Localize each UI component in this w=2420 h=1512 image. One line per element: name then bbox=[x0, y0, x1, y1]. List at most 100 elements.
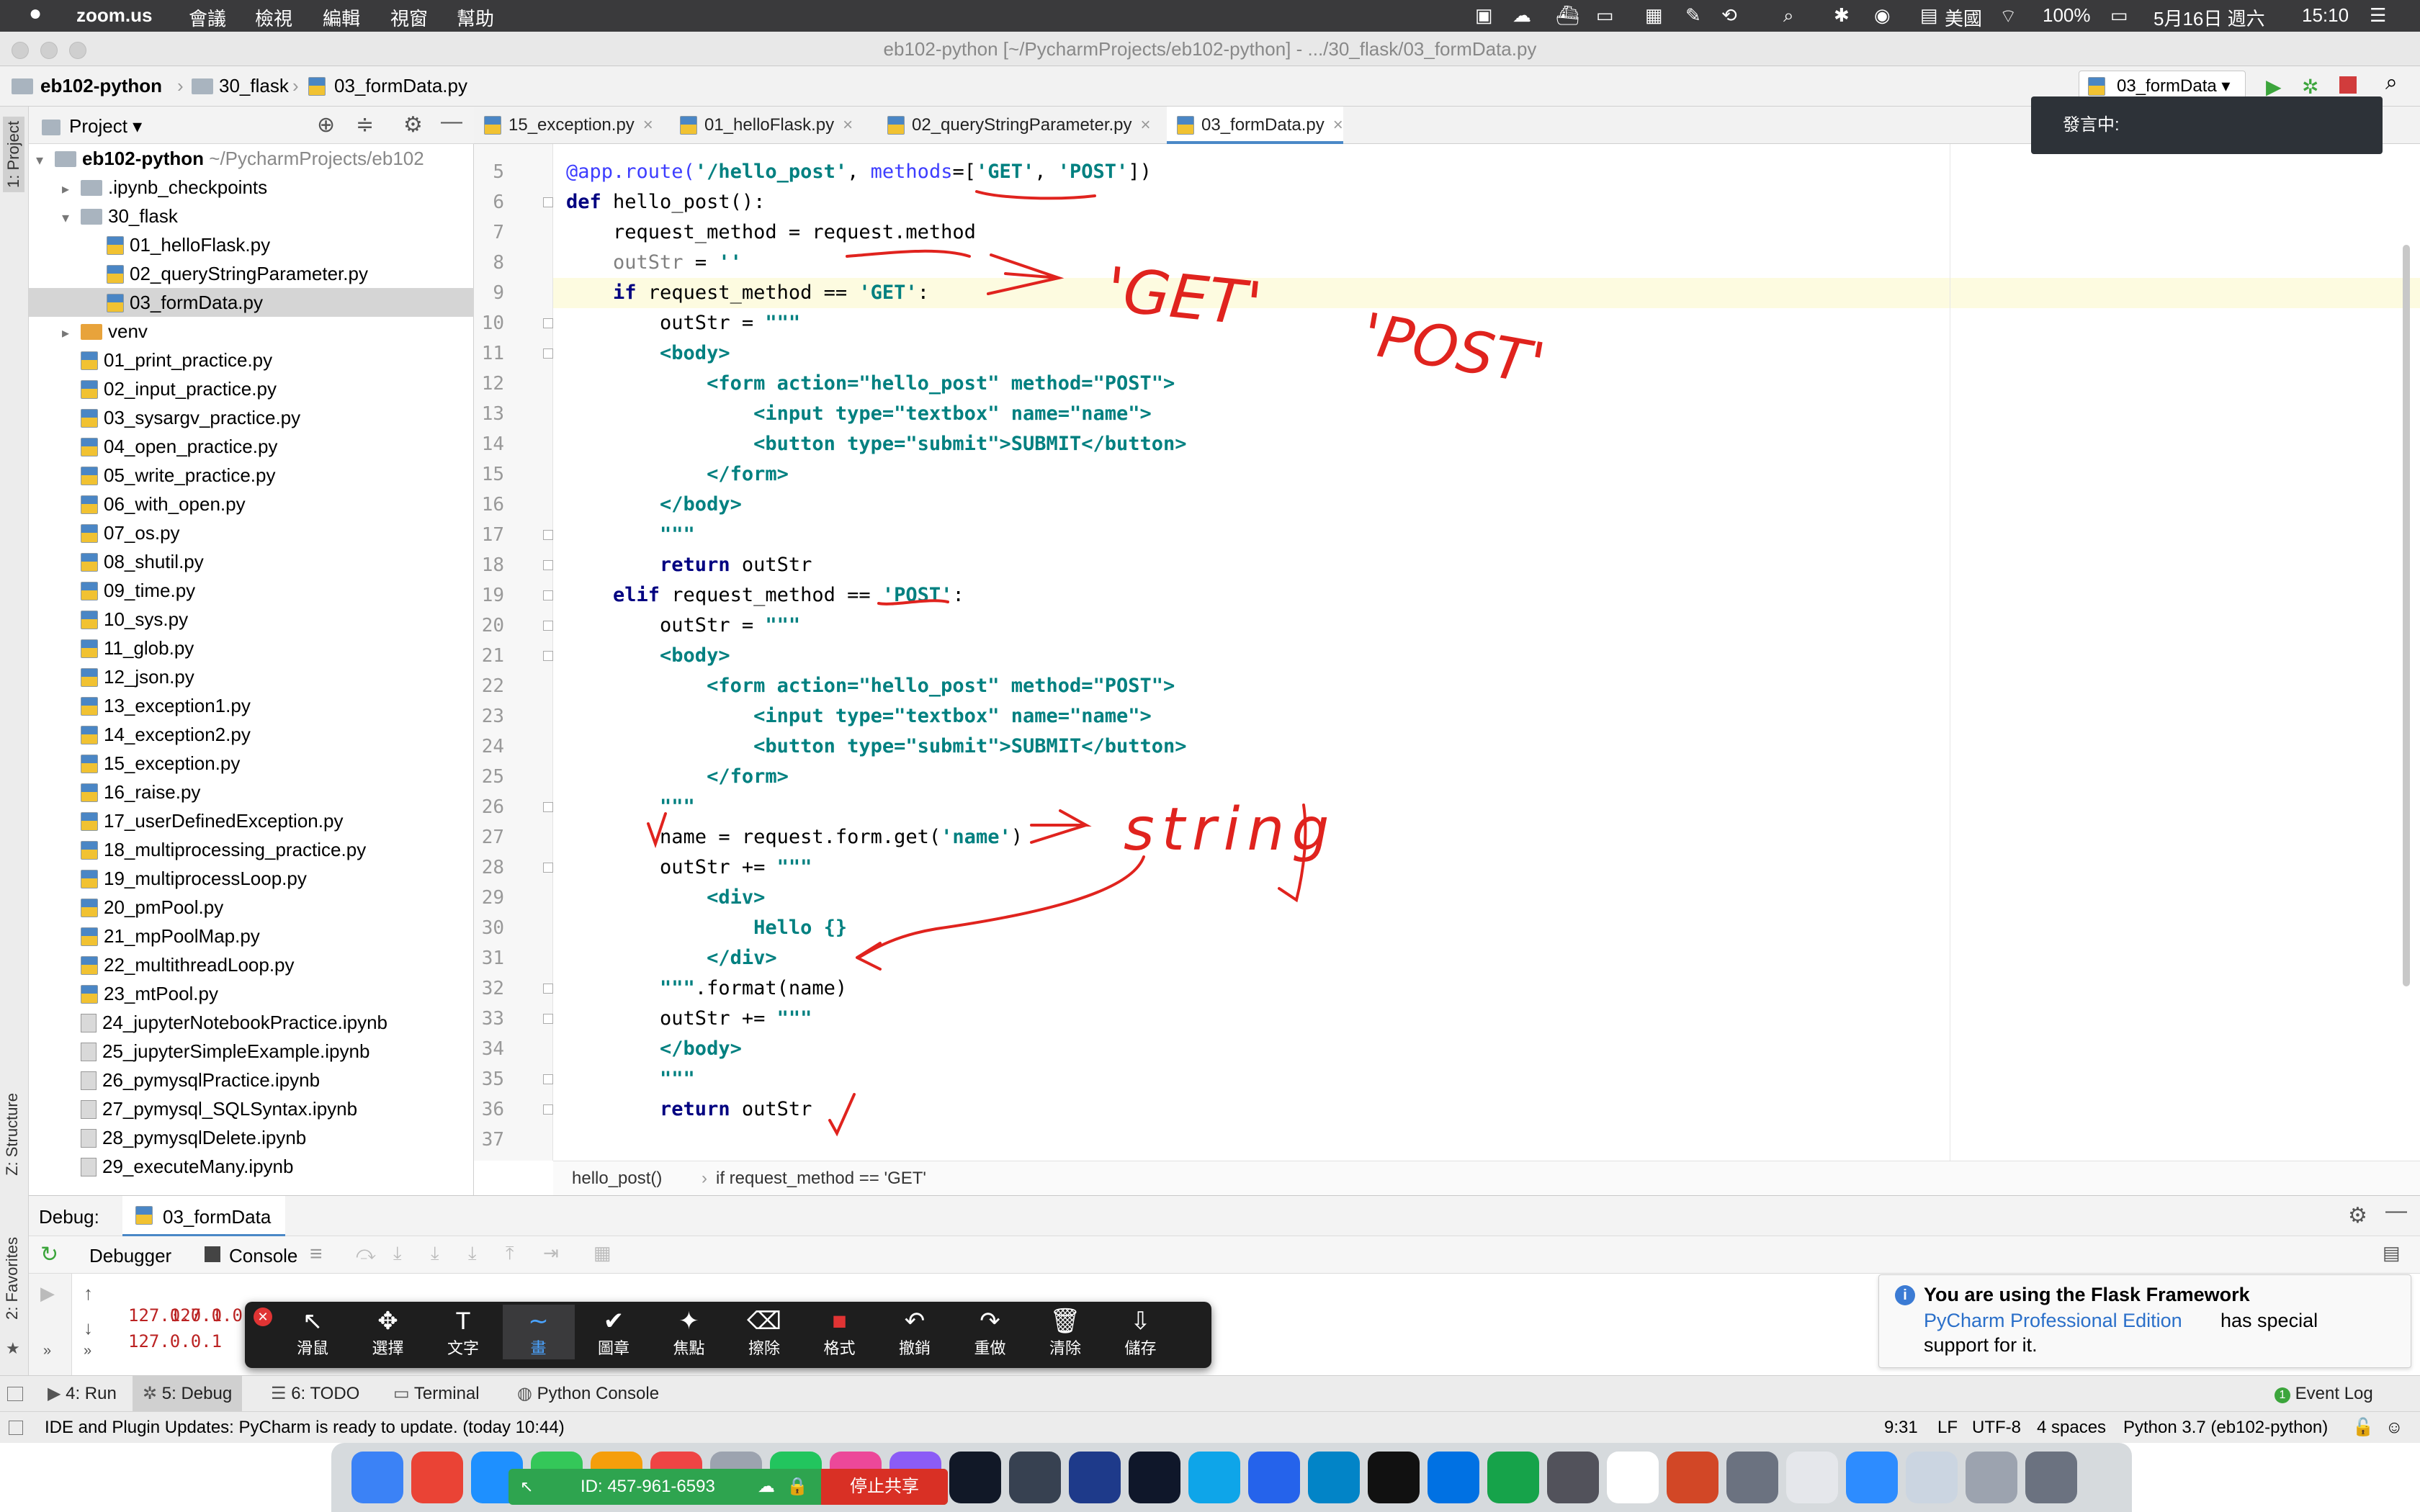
siri-icon[interactable]: ◉ bbox=[1874, 4, 1891, 27]
evernote-icon[interactable]: ✎ bbox=[1685, 4, 1701, 27]
dock-app-icon[interactable] bbox=[1428, 1452, 1479, 1503]
fold-marker-icon[interactable] bbox=[543, 348, 553, 359]
toolwindow-run[interactable]: ▶ 4: Run bbox=[48, 1376, 117, 1412]
dock-app-icon[interactable] bbox=[1248, 1452, 1300, 1503]
zoom-status-icon[interactable]: ▣ bbox=[1475, 4, 1493, 27]
dock-app-icon[interactable] bbox=[1308, 1452, 1360, 1503]
dock-app-icon[interactable] bbox=[1846, 1452, 1898, 1503]
tree-item[interactable]: 28_pymysqlDelete.ipynb bbox=[29, 1123, 474, 1152]
step-into-my-code-icon[interactable]: ⤓ bbox=[431, 1242, 439, 1265]
tree-item[interactable]: 21_mpPoolMap.py bbox=[29, 922, 474, 950]
dock-app-icon[interactable] bbox=[1607, 1452, 1659, 1503]
menu-help[interactable]: 幫助 bbox=[457, 4, 494, 31]
favorites-toolwindow-button[interactable]: 2: Favorites bbox=[3, 1237, 22, 1320]
rerun-icon[interactable]: ↻ bbox=[40, 1242, 58, 1267]
menu-app-zoom[interactable]: zoom.us bbox=[76, 4, 152, 27]
stop-share-button[interactable]: 停止共享 bbox=[821, 1469, 948, 1505]
zoom-tool-button[interactable]: ⇩ 儲存 bbox=[1105, 1305, 1177, 1359]
menu-window[interactable]: 視窗 bbox=[390, 4, 428, 31]
tree-item[interactable]: ▾ 30_flask bbox=[29, 202, 474, 230]
spotlight-icon[interactable]: ⌕ bbox=[1783, 4, 1794, 27]
zoom-window-button[interactable] bbox=[69, 42, 86, 59]
dock-app-icon[interactable] bbox=[949, 1452, 1001, 1503]
breadcrumb-folder[interactable]: 30_flask bbox=[219, 75, 289, 97]
step-over-icon[interactable]: ⤼ bbox=[356, 1242, 376, 1265]
menu-view[interactable]: 檢視 bbox=[255, 4, 292, 31]
resume-icon[interactable]: ▶ bbox=[40, 1282, 55, 1305]
dock-app-icon[interactable] bbox=[1368, 1452, 1420, 1503]
tree-item[interactable]: 03_formData.py bbox=[29, 288, 474, 317]
tree-item[interactable]: 01_print_practice.py bbox=[29, 346, 474, 374]
more-icon[interactable]: » bbox=[43, 1343, 51, 1359]
project-toolwindow-button[interactable]: 1: Project bbox=[3, 117, 24, 192]
wd-drive-icon[interactable]: ▭ bbox=[1596, 4, 1614, 27]
breadcrumb-function[interactable]: hello_post() bbox=[572, 1161, 662, 1196]
step-into-icon[interactable]: ⤓ bbox=[393, 1242, 402, 1265]
dock-app-icon[interactable] bbox=[1906, 1452, 1958, 1503]
dock-app-icon[interactable] bbox=[1667, 1452, 1718, 1503]
close-tab-icon[interactable]: × bbox=[1141, 115, 1151, 135]
fold-marker-icon[interactable] bbox=[543, 560, 553, 570]
toggle-toolwindows-icon[interactable] bbox=[7, 1387, 23, 1401]
tree-item[interactable]: ▸ .ipynb_checkpoints bbox=[29, 173, 474, 202]
file-encoding[interactable]: UTF-8 bbox=[1972, 1412, 2021, 1444]
tree-item[interactable]: ▸ venv bbox=[29, 317, 474, 346]
tree-item[interactable]: 02_input_practice.py bbox=[29, 374, 474, 403]
time-machine-icon[interactable]: ⟲ bbox=[1721, 4, 1737, 27]
interpreter[interactable]: Python 3.7 (eb102-python) bbox=[2123, 1412, 2328, 1444]
tree-item[interactable]: 18_multiprocessing_practice.py bbox=[29, 835, 474, 864]
zoom-tool-button[interactable]: ✦ 焦點 bbox=[653, 1305, 725, 1359]
fold-marker-icon[interactable] bbox=[543, 530, 553, 540]
debug-bug-icon[interactable]: ✲ bbox=[2302, 75, 2318, 99]
fold-marker-icon[interactable] bbox=[543, 863, 553, 873]
tree-item[interactable]: 23_mtPool.py bbox=[29, 979, 474, 1008]
tree-item[interactable]: 05_write_practice.py bbox=[29, 461, 474, 490]
bluetooth-icon[interactable]: ✱ bbox=[1834, 4, 1850, 27]
tree-item[interactable]: 08_shutil.py bbox=[29, 547, 474, 576]
share-handle-icon[interactable]: ↖ bbox=[520, 1469, 533, 1505]
close-toolbar-icon[interactable]: ✕ bbox=[254, 1308, 272, 1326]
fold-marker-icon[interactable] bbox=[543, 621, 553, 631]
line-separator[interactable]: LF bbox=[1937, 1412, 1958, 1444]
tree-item[interactable]: 01_helloFlask.py bbox=[29, 230, 474, 259]
tree-item[interactable]: 09_time.py bbox=[29, 576, 474, 605]
wifi-icon[interactable]: ⌔ bbox=[1999, 4, 2017, 28]
editor-tab[interactable]: 01_helloFlask.py × bbox=[670, 107, 853, 144]
zoom-tool-button[interactable]: ∼ 畫 bbox=[502, 1305, 575, 1359]
zoom-tool-button[interactable]: ↷ 重做 bbox=[954, 1305, 1026, 1359]
docker-icon[interactable]: ⛴ bbox=[1556, 4, 1579, 27]
tab-console[interactable]: Console bbox=[229, 1245, 297, 1267]
breadcrumb-condition[interactable]: if request_method == 'GET' bbox=[702, 1161, 926, 1196]
tree-item[interactable]: 13_exception1.py bbox=[29, 691, 474, 720]
tree-item[interactable]: 11_glob.py bbox=[29, 634, 474, 662]
zoom-tool-button[interactable]: 🗑 清除 bbox=[1029, 1305, 1101, 1359]
toolwindow-debug[interactable]: ✲ 5: Debug bbox=[133, 1376, 243, 1412]
dock-app-icon[interactable] bbox=[1547, 1452, 1599, 1503]
dock-app-icon[interactable] bbox=[1188, 1452, 1240, 1503]
fold-marker-icon[interactable] bbox=[543, 590, 553, 600]
run-to-cursor-icon[interactable]: ⇥ bbox=[543, 1242, 559, 1264]
zoom-tool-button[interactable]: ■ 格式 bbox=[804, 1305, 876, 1359]
menubar-date[interactable]: 5月16日 週六 bbox=[2154, 4, 2265, 31]
structure-toolwindow-button[interactable]: Z: Structure bbox=[3, 1093, 22, 1176]
editor-tab[interactable]: 03_formData.py × bbox=[1167, 107, 1343, 144]
zoom-tool-button[interactable]: ⌫ 擦除 bbox=[728, 1305, 800, 1359]
inspector-icon[interactable]: ☺ bbox=[2385, 1412, 2403, 1444]
dock-app-icon[interactable] bbox=[411, 1452, 463, 1503]
dock-app-icon[interactable] bbox=[1129, 1452, 1180, 1503]
notification-center-icon[interactable]: ☰ bbox=[2370, 4, 2386, 27]
input-source[interactable]: 美國 bbox=[1945, 4, 1982, 31]
breadcrumb-file[interactable]: 03_formData.py bbox=[334, 75, 467, 97]
dock-app-icon[interactable] bbox=[2025, 1452, 2077, 1503]
dock-app-icon[interactable] bbox=[1009, 1452, 1061, 1503]
zoom-tool-button[interactable]: ↖ 滑鼠 bbox=[277, 1305, 349, 1359]
tree-item[interactable]: 02_queryStringParameter.py bbox=[29, 259, 474, 288]
run-icon[interactable]: ▶ bbox=[2266, 75, 2282, 99]
battery-icon[interactable]: ▭ bbox=[2110, 4, 2128, 27]
zoom-tool-button[interactable]: ✔ 圖章 bbox=[578, 1305, 650, 1359]
force-step-into-icon[interactable]: ⤓ bbox=[468, 1242, 477, 1265]
fold-marker-icon[interactable] bbox=[543, 1104, 553, 1115]
tree-item[interactable]: 12_json.py bbox=[29, 662, 474, 691]
menu-meeting[interactable]: 會議 bbox=[189, 4, 226, 31]
close-window-button[interactable] bbox=[12, 42, 29, 59]
